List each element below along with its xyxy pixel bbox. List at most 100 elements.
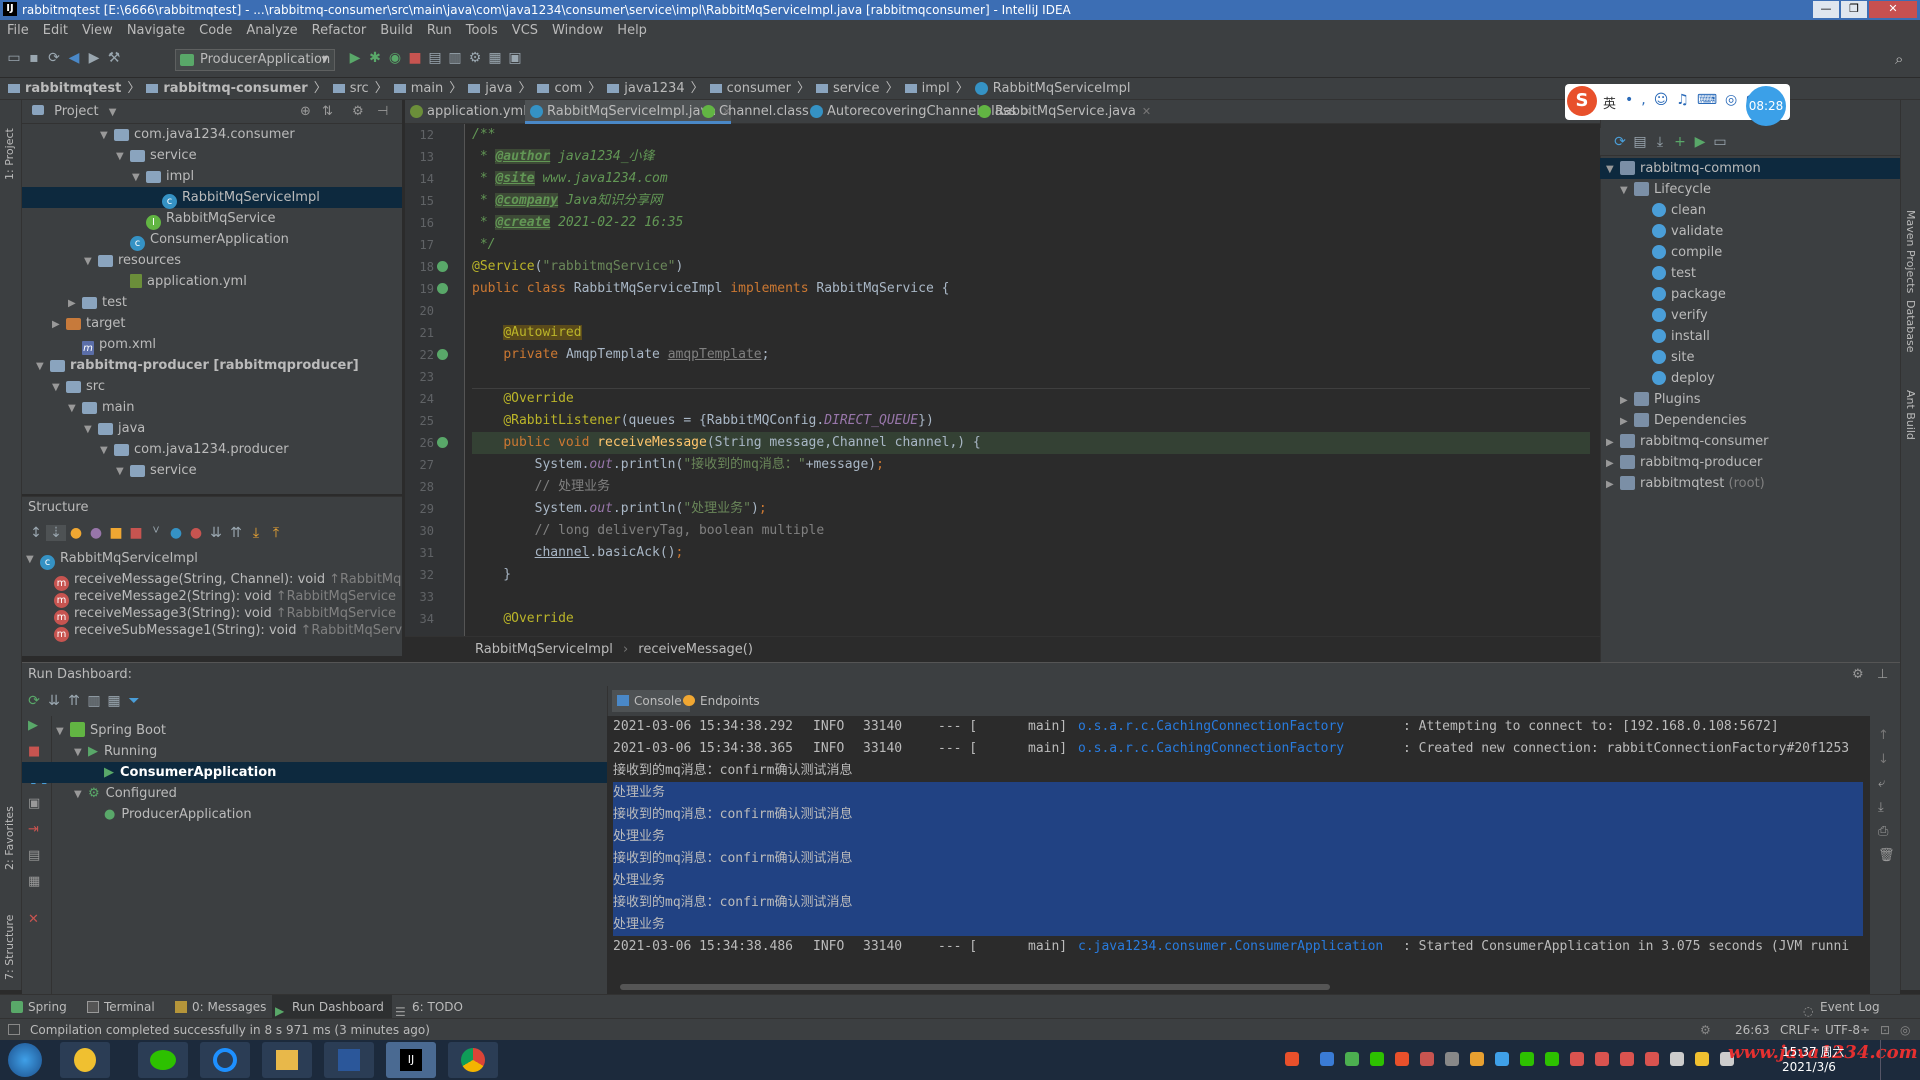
gear-icon[interactable]: ⚙ xyxy=(1852,663,1864,687)
crumb-com[interactable]: com xyxy=(554,78,582,100)
caret-position[interactable]: 26:63 xyxy=(1735,1019,1770,1041)
taskbar-app-browser[interactable] xyxy=(200,1042,250,1078)
maven-lifecycle[interactable]: ▼ Lifecycle xyxy=(1620,179,1711,200)
show-nonpublic-icon[interactable]: ■ xyxy=(126,525,146,541)
crumb-class[interactable]: RabbitMqServiceImpl xyxy=(993,78,1131,100)
sogou-tray-icon[interactable] xyxy=(1285,1052,1299,1066)
close-icon[interactable]: ✕ xyxy=(28,912,39,927)
crumb-rabbitmqtest[interactable]: rabbitmqtest xyxy=(25,78,121,100)
file-encoding[interactable]: UTF-8÷ xyxy=(1825,1019,1870,1041)
database-tool-tab[interactable]: Database xyxy=(1904,300,1917,353)
tray-icon[interactable] xyxy=(1370,1052,1384,1066)
chevron-down-icon[interactable]: ▼ xyxy=(84,251,98,272)
build-icon[interactable]: ⚒ xyxy=(104,50,124,66)
taskbar-app-wechat[interactable] xyxy=(138,1042,188,1078)
structure-tool-tab[interactable]: 7: Structure xyxy=(3,915,16,980)
maven-goal[interactable]: clean xyxy=(1652,200,1706,221)
lock-icon[interactable]: ⊡ xyxy=(1880,1019,1890,1041)
maven-root[interactable]: ▼ rabbitmq-common xyxy=(1600,158,1906,179)
project-view-select[interactable]: Project xyxy=(54,104,98,119)
download-icon[interactable]: ⤓ xyxy=(1650,134,1670,150)
project-tree-item[interactable]: c ConsumerApplication xyxy=(22,229,402,251)
collapse-icon[interactable]: ⇅ xyxy=(322,100,333,124)
menu-help[interactable]: Help xyxy=(610,20,654,42)
implement-icon[interactable] xyxy=(437,283,448,294)
menu-view[interactable]: View xyxy=(75,20,120,42)
show-desktop-button[interactable] xyxy=(1880,1040,1920,1080)
menu-analyze[interactable]: Analyze xyxy=(239,20,304,42)
tray-icon[interactable] xyxy=(1445,1052,1459,1066)
attach-icon[interactable]: ▤ xyxy=(425,50,445,66)
rerun-icon[interactable]: ⟳ xyxy=(24,693,44,709)
maven-goal[interactable]: compile xyxy=(1652,242,1722,263)
tray-icon[interactable] xyxy=(1420,1052,1434,1066)
run-group-configured[interactable]: ▼ ⚙ Configured xyxy=(52,783,454,804)
ime-toolbar[interactable]: S 英 •,☺♫⌨◎☗✦ 08:28 xyxy=(1565,84,1790,126)
show-fields-icon[interactable]: ● xyxy=(66,525,86,541)
chevron-down-icon[interactable]: ▼ xyxy=(100,440,114,461)
show-props-icon[interactable]: ● xyxy=(86,525,106,541)
maven-module-root[interactable]: ▶ rabbitmqtest (root) xyxy=(1606,473,1765,494)
search-everywhere-icon[interactable]: ⌕ xyxy=(1895,50,1903,68)
lambda-icon[interactable]: ⱽ xyxy=(146,525,166,541)
project-tree-item[interactable]: ▼ com.java1234.producer xyxy=(22,439,402,460)
wechat-tray-icon[interactable] xyxy=(1520,1052,1534,1066)
chevron-right-icon[interactable]: ▶ xyxy=(52,314,66,335)
hide-icon[interactable]: ⊣ xyxy=(377,100,388,124)
crumb-java[interactable]: java xyxy=(485,78,512,100)
status-message[interactable]: Compilation completed successfully in 8 … xyxy=(30,1019,430,1041)
menu-build[interactable]: Build xyxy=(373,20,420,42)
menu-edit[interactable]: Edit xyxy=(36,20,75,42)
run-group-spring-boot[interactable]: ▼ Spring Boot xyxy=(52,720,436,741)
tab-run-dashboard[interactable]: ▶ Run Dashboard xyxy=(272,995,392,1019)
taskbar-app-word[interactable] xyxy=(324,1042,374,1078)
chevron-down-icon[interactable]: ▼ xyxy=(52,377,66,398)
taskbar-time[interactable]: 15:37 周六 xyxy=(1782,1043,1844,1060)
project-tool-tab[interactable]: 1: Project xyxy=(3,128,16,180)
stop-icon[interactable]: ■ xyxy=(28,744,40,759)
project-tree-item[interactable]: m pom.xml xyxy=(22,334,402,355)
sort-icon[interactable]: ↕ xyxy=(26,525,46,541)
maven-goal[interactable]: test xyxy=(1652,263,1696,284)
event-log-button[interactable]: ◌ Event Log xyxy=(1800,995,1880,1019)
run-item-producer[interactable]: ● ProducerApplication xyxy=(52,804,484,825)
menu-code[interactable]: Code xyxy=(192,20,239,42)
tab-terminal[interactable]: Terminal xyxy=(84,995,155,1019)
code-crumb-method[interactable]: receiveMessage() xyxy=(638,642,753,657)
log-logger[interactable]: o.s.a.r.c.CachingConnectionFactory xyxy=(1078,738,1344,760)
maven-goal[interactable]: verify xyxy=(1652,305,1708,326)
tray-icon[interactable] xyxy=(1495,1052,1509,1066)
pin-icon[interactable]: ▦ xyxy=(28,874,40,889)
tray-icon[interactable] xyxy=(1695,1052,1709,1066)
tray-icon[interactable] xyxy=(1595,1052,1609,1066)
forward-icon[interactable]: ▶ xyxy=(84,50,104,66)
minimize-button[interactable]: — xyxy=(1813,1,1839,18)
hide-icon[interactable]: ⊥ xyxy=(1877,663,1888,687)
chevron-down-icon[interactable]: ▼ xyxy=(132,167,146,188)
autowire-icon[interactable] xyxy=(437,349,448,360)
project-tree-item[interactable]: ▼ service xyxy=(22,460,402,481)
menu-tools[interactable]: Tools xyxy=(459,20,505,42)
shield-icon[interactable] xyxy=(1345,1052,1359,1066)
chevron-right-icon[interactable]: ▶ xyxy=(68,293,82,314)
close-icon[interactable]: ✕ xyxy=(1136,105,1151,118)
coverage-icon[interactable]: ◉ xyxy=(385,50,405,66)
maven-goal[interactable]: validate xyxy=(1652,221,1723,242)
sync-icon[interactable]: ⟳ xyxy=(44,50,64,66)
project-tree-item[interactable]: ▼ rabbitmq-producer [rabbitmqproducer] xyxy=(22,355,402,376)
chevron-down-icon[interactable]: ▼ xyxy=(84,419,98,440)
clear-icon[interactable]: 🗑 xyxy=(1878,848,1895,863)
run-config-select[interactable]: ProducerApplication ▾ xyxy=(175,49,335,71)
memory-icon[interactable]: ◎ xyxy=(1900,1019,1910,1041)
notification-icon[interactable]: ⚙ xyxy=(1700,1019,1711,1041)
menu-navigate[interactable]: Navigate xyxy=(120,20,192,42)
tab-endpoints[interactable]: Endpoints xyxy=(678,690,768,712)
maven-tool-tab[interactable]: Maven Projects xyxy=(1904,210,1917,293)
exit-icon[interactable]: ⇥ xyxy=(28,822,39,837)
stop-icon[interactable]: ■ xyxy=(405,50,425,66)
group-icon[interactable]: ▥ xyxy=(84,693,104,709)
taskbar-app-explorer[interactable] xyxy=(262,1042,312,1078)
reimport-icon[interactable]: ⟳ xyxy=(1610,134,1630,150)
save-icon[interactable]: ▪ xyxy=(24,50,44,66)
add-icon[interactable]: + xyxy=(1670,134,1690,150)
